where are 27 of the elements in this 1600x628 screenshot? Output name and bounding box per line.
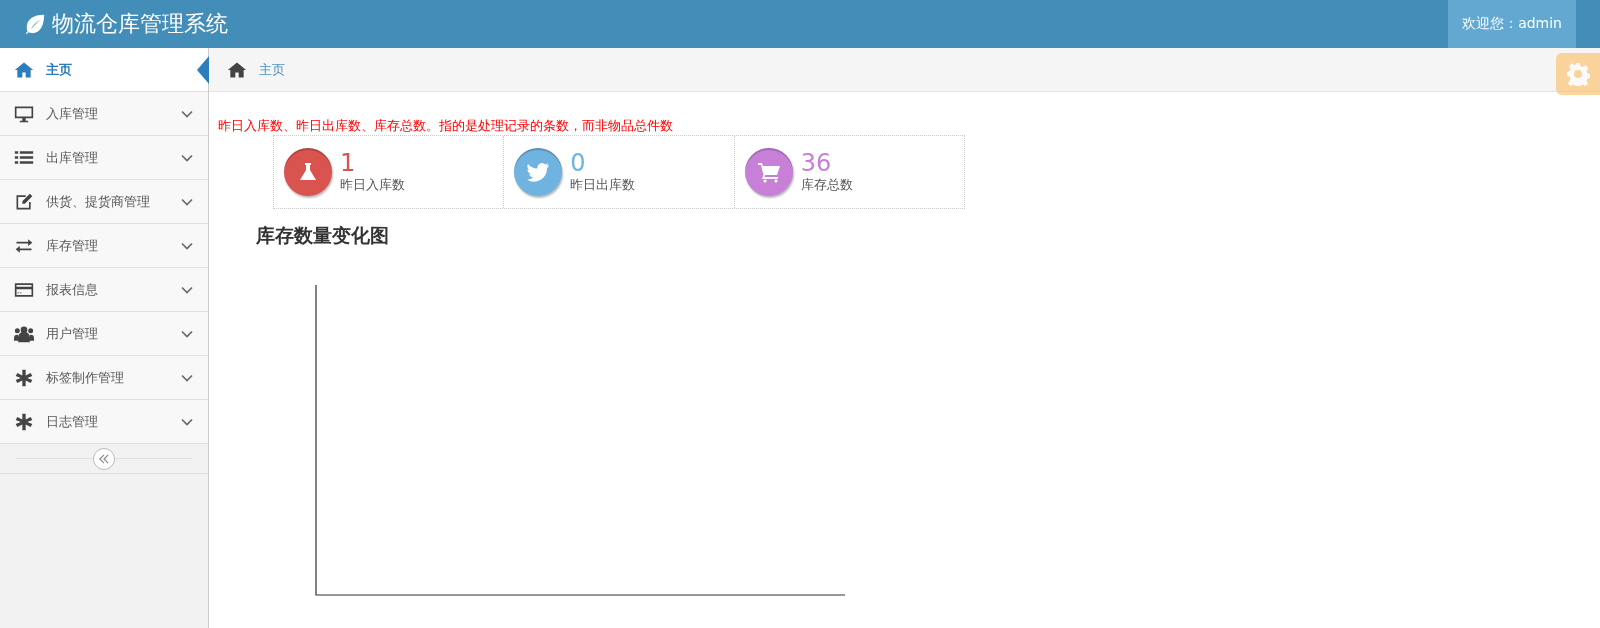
sidebar-item[interactable]: 主页 [0,48,208,92]
sidebar-item[interactable]: 库存管理 [0,224,208,268]
stat-label: 昨日出库数 [570,176,636,194]
app-title: 物流仓库管理系统 [52,10,228,38]
asterisk-icon [14,411,34,432]
stat-value: 1 [340,150,357,176]
shopping-cart-icon [756,160,781,184]
asterisk-icon [14,367,34,388]
chart-title: 库存数量变化图 [256,223,390,248]
sidebar-item[interactable]: 报表信息 [0,268,208,312]
stat-label: 昨日入库数 [340,176,405,194]
sidebar-item[interactable]: 入库管理 [0,92,208,136]
info-note: 昨日入库数、昨日出库数、库存总数。指的是处理记录的条数，而非物品总件数 [218,117,674,135]
edit-icon [14,191,34,212]
sidebar-item[interactable]: 用户管理 [0,312,208,356]
stat-value: 0 [570,150,587,176]
settings-icon [1566,62,1590,86]
stat-label: 库存总数 [800,176,853,194]
sidebar-item[interactable]: 供货、提货商管理 [0,180,208,224]
sidebar-item[interactable]: 标签制作管理 [0,356,208,400]
sidebar-item[interactable]: 日志管理 [0,400,208,444]
collapse-sidebar-button[interactable] [93,447,115,470]
double-chevron-left-icon [99,453,109,464]
stat-value: 36 [800,150,833,176]
leaf-icon [24,13,46,35]
sidebar-item[interactable]: 出库管理 [0,136,208,180]
bird-icon [526,160,551,184]
